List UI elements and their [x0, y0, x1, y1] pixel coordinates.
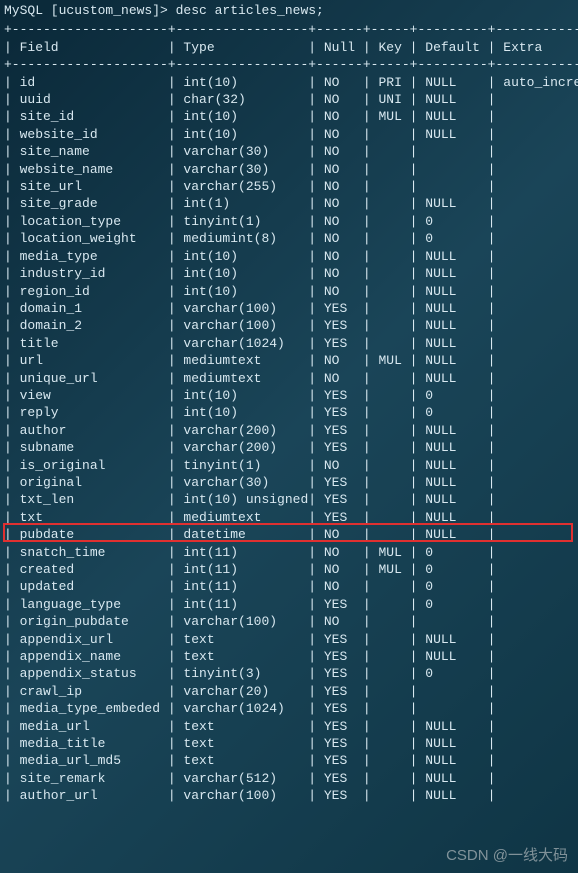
table-row: | media_url | text | YES | | NULL | |	[4, 718, 574, 735]
table-row: | snatch_time | int(11) | NO | MUL | 0 |…	[4, 544, 574, 561]
table-row: | appendix_status | tinyint(3) | YES | |…	[4, 665, 574, 682]
table-row: | view | int(10) | YES | | 0 | |	[4, 387, 574, 404]
table-row: | appendix_name | text | YES | | NULL | …	[4, 648, 574, 665]
table-row: | media_url_md5 | text | YES | | NULL | …	[4, 752, 574, 769]
table-row: | id | int(10) | NO | PRI | NULL | auto_…	[4, 74, 574, 91]
table-row: | site_name | varchar(30) | NO | | | |	[4, 143, 574, 160]
table-row: | updated | int(11) | NO | | 0 | |	[4, 578, 574, 595]
table-row: | industry_id | int(10) | NO | | NULL | …	[4, 265, 574, 282]
table-row: | txt | mediumtext | YES | | NULL | |	[4, 509, 574, 526]
table-row: | uuid | char(32) | NO | UNI | NULL | |	[4, 91, 574, 108]
table-header-row: | Field | Type | Null | Key | Default | …	[4, 39, 574, 56]
table-row: | location_type | tinyint(1) | NO | | 0 …	[4, 213, 574, 230]
table-row: | site_id | int(10) | NO | MUL | NULL | …	[4, 108, 574, 125]
table-row: | domain_1 | varchar(100) | YES | | NULL…	[4, 300, 574, 317]
table-row: | unique_url | mediumtext | NO | | NULL …	[4, 370, 574, 387]
table-row: | media_title | text | YES | | NULL | |	[4, 735, 574, 752]
table-row: | site_grade | int(1) | NO | | NULL | |	[4, 195, 574, 212]
table-row: | site_url | varchar(255) | NO | | | |	[4, 178, 574, 195]
table-row: | crawl_ip | varchar(20) | YES | | | |	[4, 683, 574, 700]
table-row: | original | varchar(30) | YES | | NULL …	[4, 474, 574, 491]
table-row: | website_id | int(10) | NO | | NULL | |	[4, 126, 574, 143]
mysql-prompt: MySQL [ucustom_news]> desc articles_news…	[4, 2, 574, 19]
table-row: | pubdate | datetime | NO | | NULL | |	[4, 526, 574, 543]
table-row: | media_type | int(10) | NO | | NULL | |	[4, 248, 574, 265]
table-row: | subname | varchar(200) | YES | | NULL …	[4, 439, 574, 456]
watermark: CSDN @一线大码	[446, 844, 568, 865]
table-row: | website_name | varchar(30) | NO | | | …	[4, 161, 574, 178]
table-row: | region_id | int(10) | NO | | NULL | |	[4, 283, 574, 300]
table-row: | language_type | int(11) | YES | | 0 | …	[4, 596, 574, 613]
table-row: | domain_2 | varchar(100) | YES | | NULL…	[4, 317, 574, 334]
table-row: | appendix_url | text | YES | | NULL | |	[4, 631, 574, 648]
table-separator-top: +--------------------+-----------------+…	[4, 21, 574, 38]
table-row: | author | varchar(200) | YES | | NULL |…	[4, 422, 574, 439]
table-row: | site_remark | varchar(512) | YES | | N…	[4, 770, 574, 787]
table-row: | is_original | tinyint(1) | NO | | NULL…	[4, 457, 574, 474]
table-row: | url | mediumtext | NO | MUL | NULL | |	[4, 352, 574, 369]
table-row: | media_type_embeded | varchar(1024) | Y…	[4, 700, 574, 717]
mysql-terminal: MySQL [ucustom_news]> desc articles_news…	[0, 0, 578, 807]
table-row: | txt_len | int(10) unsigned| YES | | NU…	[4, 491, 574, 508]
table-row: | created | int(11) | NO | MUL | 0 | |	[4, 561, 574, 578]
table-row: | location_weight | mediumint(8) | NO | …	[4, 230, 574, 247]
table-separator-mid: +--------------------+-----------------+…	[4, 56, 574, 73]
table-row: | title | varchar(1024) | YES | | NULL |…	[4, 335, 574, 352]
table-row: | author_url | varchar(100) | YES | | NU…	[4, 787, 574, 804]
table-row: | reply | int(10) | YES | | 0 | |	[4, 404, 574, 421]
table-row: | origin_pubdate | varchar(100) | NO | |…	[4, 613, 574, 630]
